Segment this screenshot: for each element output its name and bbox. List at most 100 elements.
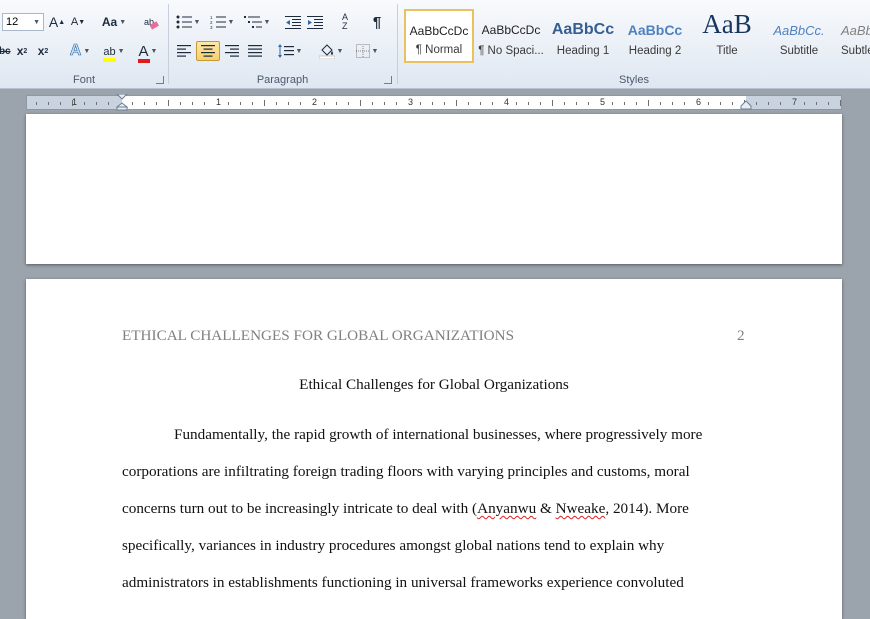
font-color-bar: [137, 58, 150, 63]
ruler-tick: [228, 102, 229, 105]
shrink-font-button[interactable]: A ▼: [68, 12, 88, 32]
page-1-bottom[interactable]: [26, 114, 842, 264]
align-left-button[interactable]: [174, 41, 194, 61]
ruler-number: 7: [792, 97, 798, 107]
ruler-tick: [816, 102, 817, 105]
show-formatting-button[interactable]: ¶: [367, 12, 387, 32]
font-size-combo[interactable]: 12 ▼: [2, 13, 44, 31]
align-center-button[interactable]: [196, 41, 220, 61]
style-sample: AaBbCc: [841, 23, 870, 38]
ribbon: 12 ▼ A▲ A▼ Aa▼ ab abc x2 x2 A▼ ab: [0, 0, 870, 89]
highlight-label: ab: [103, 46, 116, 58]
chevron-down-icon: ▼: [227, 18, 235, 26]
line-spacing-button[interactable]: ▼: [275, 41, 305, 61]
style-name: Title: [716, 45, 738, 57]
ruler-number: 4: [504, 97, 510, 107]
ruler-tick: [96, 102, 97, 105]
clear-formatting-button[interactable]: ab: [140, 12, 162, 32]
increase-indent-button[interactable]: [305, 12, 325, 32]
multilevel-list-icon: [243, 16, 262, 28]
multilevel-list-button[interactable]: ▼: [241, 12, 273, 32]
style-subtle-emphasis[interactable]: AaBbCc Subtle: [836, 9, 870, 63]
numbering-button[interactable]: 1 2 3 ▼: [207, 12, 237, 32]
style-heading-1[interactable]: AaBbCc Heading 1: [548, 9, 618, 63]
citation-text: , 2014). More: [605, 500, 689, 517]
ruler-tick: [636, 102, 637, 105]
dialog-launcher-icon[interactable]: [384, 76, 392, 84]
grow-font-icon: A: [48, 14, 59, 30]
style-normal[interactable]: AaBbCcDc ¶ Normal: [404, 9, 474, 63]
indent-marker-icon[interactable]: [116, 94, 128, 111]
ruler-tick: [384, 102, 385, 105]
font-color-label: A: [138, 42, 149, 60]
text-effects-button[interactable]: A ▼: [66, 41, 94, 61]
ruler-tick: [720, 102, 721, 105]
ruler-tick: [204, 102, 205, 105]
style-title[interactable]: AaB Title: [692, 9, 762, 63]
chevron-down-icon: ▼: [117, 47, 125, 55]
align-right-button[interactable]: [222, 41, 242, 61]
misspelled-word[interactable]: Nweake: [556, 500, 606, 517]
ruler-tick: [252, 102, 253, 105]
ruler-number: 3: [408, 97, 414, 107]
styles-group: AaBbCcDc ¶ Normal AaBbCcDc ¶ No Spaci...…: [398, 0, 870, 88]
change-case-button[interactable]: Aa ▼: [100, 12, 128, 32]
strikethrough-button[interactable]: abc: [0, 41, 11, 61]
bullets-icon: [176, 15, 192, 29]
misspelled-word[interactable]: Anyanwu: [477, 500, 536, 517]
highlight-button[interactable]: ab ▼: [98, 41, 130, 62]
sort-icon: A Z: [342, 12, 348, 31]
grow-font-button[interactable]: A ▲: [47, 12, 67, 32]
right-indent-marker-icon[interactable]: [740, 100, 752, 110]
ruler-tick: [528, 102, 529, 105]
document-title: Ethical Challenges for Global Organizati…: [299, 376, 569, 393]
bullets-button[interactable]: ▼: [173, 12, 203, 32]
style-sample: AaBbCc: [627, 22, 683, 38]
ruler-tick: [468, 102, 469, 105]
ruler-tick: [276, 102, 277, 105]
ruler-tick: [60, 102, 61, 105]
highlight-color-bar: [103, 58, 116, 62]
body-line: corporations are infiltrating foreign tr…: [122, 463, 690, 480]
style-no-spacing[interactable]: AaBbCcDc ¶ No Spaci...: [476, 9, 546, 63]
clear-formatting-icon: ab: [144, 17, 159, 30]
justify-button[interactable]: [245, 41, 265, 61]
ruler-tick: [360, 100, 361, 106]
shrink-font-icon: A: [70, 16, 79, 28]
font-group: 12 ▼ A▲ A▼ Aa▼ ab abc x2 x2 A▼ ab: [0, 0, 168, 88]
ruler-tick: [780, 102, 781, 105]
subscript-button[interactable]: x2: [14, 41, 30, 61]
shading-button[interactable]: ▼: [315, 41, 347, 61]
ruler-tick: [624, 102, 625, 105]
ruler-tick: [84, 102, 85, 105]
ruler-tick: [660, 102, 661, 105]
dialog-launcher-icon[interactable]: [156, 76, 164, 84]
style-subtitle[interactable]: AaBbCc. Subtitle: [764, 9, 834, 63]
paragraph-group-label: Paragraph: [256, 74, 309, 86]
font-color-button[interactable]: A ▼: [134, 41, 162, 63]
running-head: ETHICAL CHALLENGES FOR GLOBAL ORGANIZATI…: [122, 327, 515, 344]
sort-button[interactable]: A Z: [335, 12, 357, 32]
citation-text: &: [536, 500, 556, 517]
ruler-tick: [480, 102, 481, 105]
ruler-tick: [348, 102, 349, 105]
ruler-tick: [144, 102, 145, 105]
borders-button[interactable]: ▼: [352, 41, 382, 61]
ruler-tick: [840, 100, 841, 106]
page-2[interactable]: ETHICAL CHALLENGES FOR GLOBAL ORGANIZATI…: [26, 279, 842, 619]
ruler-tick: [552, 100, 553, 106]
increase-indent-icon: [307, 16, 323, 29]
ruler-tick: [648, 100, 649, 106]
style-sample: AaBbCc.: [773, 23, 825, 38]
superscript-button[interactable]: x2: [34, 41, 52, 61]
horizontal-ruler[interactable]: 1 1 2 3 4 5 6 7: [26, 94, 842, 111]
style-sample: AaB: [702, 9, 752, 39]
style-heading-2[interactable]: AaBbCc Heading 2: [620, 9, 690, 63]
ruler-tick: [36, 102, 37, 105]
style-name: Heading 2: [628, 45, 682, 57]
ruler-tick: [456, 100, 457, 106]
decrease-indent-button[interactable]: [283, 12, 303, 32]
ruler-tick: [672, 102, 673, 105]
font-group-label: Font: [72, 74, 95, 86]
align-left-icon: [177, 45, 191, 57]
